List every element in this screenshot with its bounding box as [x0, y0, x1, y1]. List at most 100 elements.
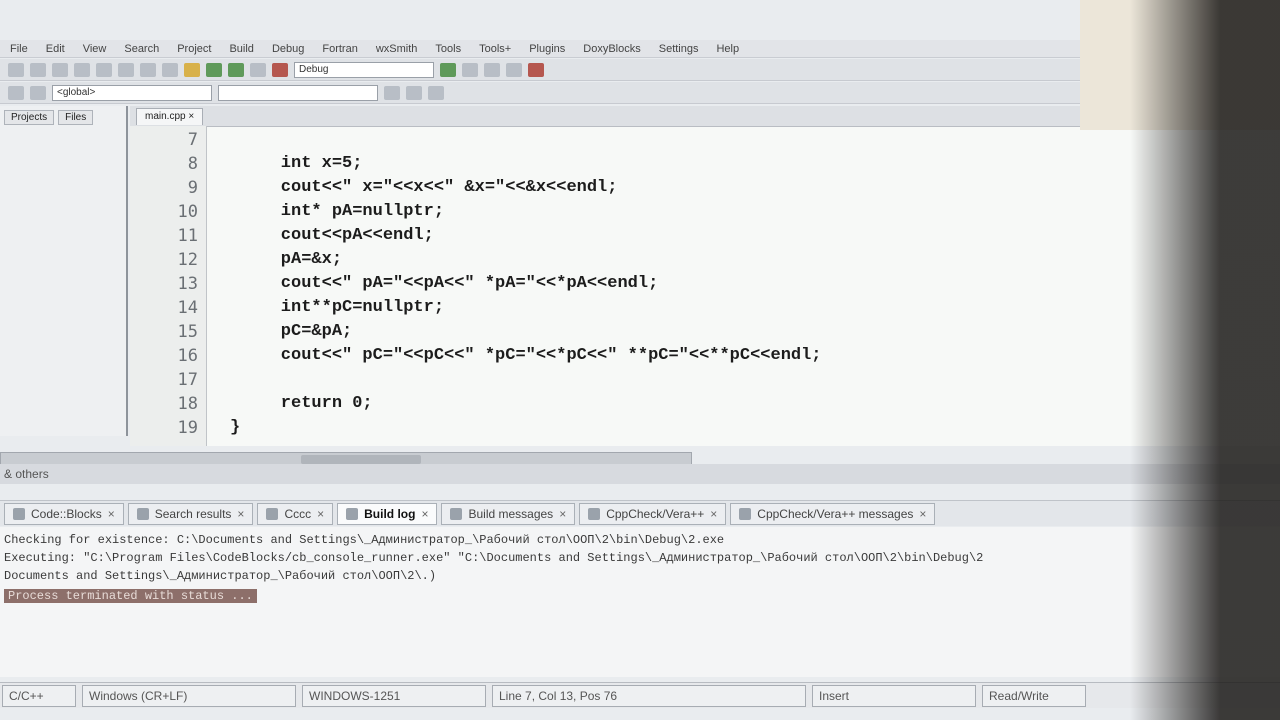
menu-search[interactable]: Search: [124, 43, 159, 55]
menu-edit[interactable]: Edit: [46, 43, 65, 55]
close-icon[interactable]: ×: [710, 504, 717, 524]
tab-cppcheck-vera-messages[interactable]: CppCheck/Vera++ messages ×: [730, 502, 936, 525]
menu-fortran[interactable]: Fortran: [322, 43, 357, 55]
code-line: pC=&pA;: [240, 322, 353, 341]
close-icon[interactable]: ×: [237, 504, 244, 524]
match-case-icon[interactable]: [406, 85, 422, 100]
step-out-icon[interactable]: [506, 62, 522, 77]
line-number: 7: [187, 130, 198, 150]
tab-projects[interactable]: Projects: [4, 110, 55, 125]
code-line: cout<<" pA="<<pA<<" *pA="<<*pA<<endl;: [240, 274, 659, 293]
line-number: 19: [177, 418, 198, 438]
code-line: return 0;: [240, 394, 373, 413]
log-line: Checking for existence: C:\Documents and…: [4, 533, 725, 547]
menu-view[interactable]: View: [83, 43, 107, 55]
tab-main-cpp[interactable]: main.cpp ×: [136, 108, 204, 125]
tab-label: Build log: [364, 506, 416, 521]
abort-icon[interactable]: [272, 62, 288, 77]
line-number: 17: [177, 370, 198, 390]
code-editor[interactable]: main.cpp × 7 8 9 10 11 12 13 14 15 16 17…: [130, 106, 1280, 446]
tab-label: Cccc: [284, 506, 312, 521]
menu-wxsmith[interactable]: wxSmith: [376, 43, 418, 55]
find-icon[interactable]: [162, 62, 178, 77]
jump-forward-icon[interactable]: [30, 85, 46, 100]
save-icon[interactable]: [52, 62, 68, 77]
log-line-highlighted: Process terminated with status ...: [4, 589, 257, 603]
save-all-icon[interactable]: [74, 62, 90, 77]
status-line-endings: Windows (CR+LF): [82, 684, 296, 707]
check-icon: [739, 507, 752, 520]
tab-build-messages[interactable]: Build messages ×: [441, 502, 576, 525]
scope-combo[interactable]: <global>: [52, 84, 212, 101]
close-icon[interactable]: ×: [919, 504, 926, 524]
build-icon[interactable]: [184, 62, 200, 77]
check-icon: [588, 507, 601, 520]
codeblocks-window: File Edit View Search Project Build Debu…: [0, 0, 1280, 720]
code-line: cout<<" pC="<<pC<<" *pC="<<*pC<<" **pC="…: [240, 346, 822, 365]
line-number: 18: [177, 394, 198, 414]
regex-icon[interactable]: [428, 85, 444, 100]
status-read-write: Read/Write: [982, 684, 1086, 707]
menu-plugins[interactable]: Plugins: [529, 43, 565, 55]
new-file-icon[interactable]: [8, 62, 24, 77]
status-cursor-position: Line 7, Col 13, Pos 76: [492, 684, 806, 707]
cut-icon[interactable]: [96, 62, 112, 77]
tab-files[interactable]: Files: [58, 110, 94, 125]
close-icon[interactable]: ×: [108, 504, 115, 524]
build-and-run-icon[interactable]: [228, 62, 244, 77]
menu-doxyblocks[interactable]: DoxyBlocks: [583, 43, 640, 55]
copy-icon[interactable]: [118, 62, 134, 77]
status-language: C/C++: [2, 684, 76, 707]
menu-help[interactable]: Help: [716, 43, 739, 55]
line-number: 14: [177, 298, 198, 318]
highlight-icon[interactable]: [384, 85, 400, 100]
management-pane: Projects Files: [0, 106, 128, 436]
close-icon[interactable]: ×: [188, 111, 194, 122]
tab-label: Build messages: [468, 506, 554, 521]
debug-icon[interactable]: [440, 62, 456, 77]
build-log-panel[interactable]: Checking for existence: C:\Documents and…: [0, 527, 1280, 677]
menu-tools-plus[interactable]: Tools+: [479, 43, 511, 55]
menu-project[interactable]: Project: [177, 43, 211, 55]
line-number: 15: [177, 322, 198, 342]
function-combo[interactable]: [218, 84, 378, 101]
code-line: int* pA=nullptr;: [240, 202, 445, 221]
tab-codeblocks-log[interactable]: Code::Blocks ×: [4, 502, 124, 525]
line-number: 11: [177, 226, 198, 246]
line-number: 8: [187, 154, 198, 174]
paste-icon[interactable]: [140, 62, 156, 77]
menu-file[interactable]: File: [10, 43, 28, 55]
log-line: Documents and Settings\_Администратор_\Р…: [4, 569, 437, 583]
line-number-gutter: 7 8 9 10 11 12 13 14 15 16 17 18 19: [130, 126, 207, 446]
line-number: 16: [177, 346, 198, 366]
jump-back-icon[interactable]: [8, 85, 24, 100]
line-number: 12: [177, 250, 198, 270]
step-over-icon[interactable]: [484, 62, 500, 77]
step-into-icon[interactable]: [462, 62, 478, 77]
status-encoding: WINDOWS-1251: [302, 684, 486, 707]
scrollbar-thumb[interactable]: [301, 455, 421, 464]
tab-search-results[interactable]: Search results ×: [127, 502, 254, 525]
editor-tab-label: main.cpp: [145, 111, 186, 122]
close-icon[interactable]: ×: [421, 504, 428, 524]
tab-cccc[interactable]: Cccc ×: [257, 502, 334, 525]
tab-cppcheck-vera[interactable]: CppCheck/Vera++ ×: [579, 502, 727, 525]
open-icon[interactable]: [30, 62, 46, 77]
search-icon: [136, 507, 149, 520]
tab-build-log[interactable]: Build log ×: [337, 502, 438, 525]
rebuild-icon[interactable]: [250, 62, 266, 77]
close-icon[interactable]: ×: [317, 504, 324, 524]
menu-settings[interactable]: Settings: [659, 43, 699, 55]
close-icon[interactable]: ×: [559, 504, 566, 524]
menu-debug[interactable]: Debug: [272, 43, 304, 55]
screen-frame-edge: [1130, 0, 1280, 720]
run-icon[interactable]: [206, 62, 222, 77]
logs-tab-strip: Code::Blocks × Search results × Cccc × Buil…: [0, 500, 1280, 526]
menu-tools[interactable]: Tools: [435, 43, 461, 55]
tab-label: CppCheck/Vera++ messages: [757, 506, 914, 521]
code-line: int**pC=nullptr;: [240, 298, 445, 317]
menu-build[interactable]: Build: [229, 43, 253, 55]
stop-debugger-icon[interactable]: [528, 62, 544, 77]
tab-label: CppCheck/Vera++: [606, 506, 705, 521]
build-target-combo[interactable]: Debug: [294, 61, 434, 78]
